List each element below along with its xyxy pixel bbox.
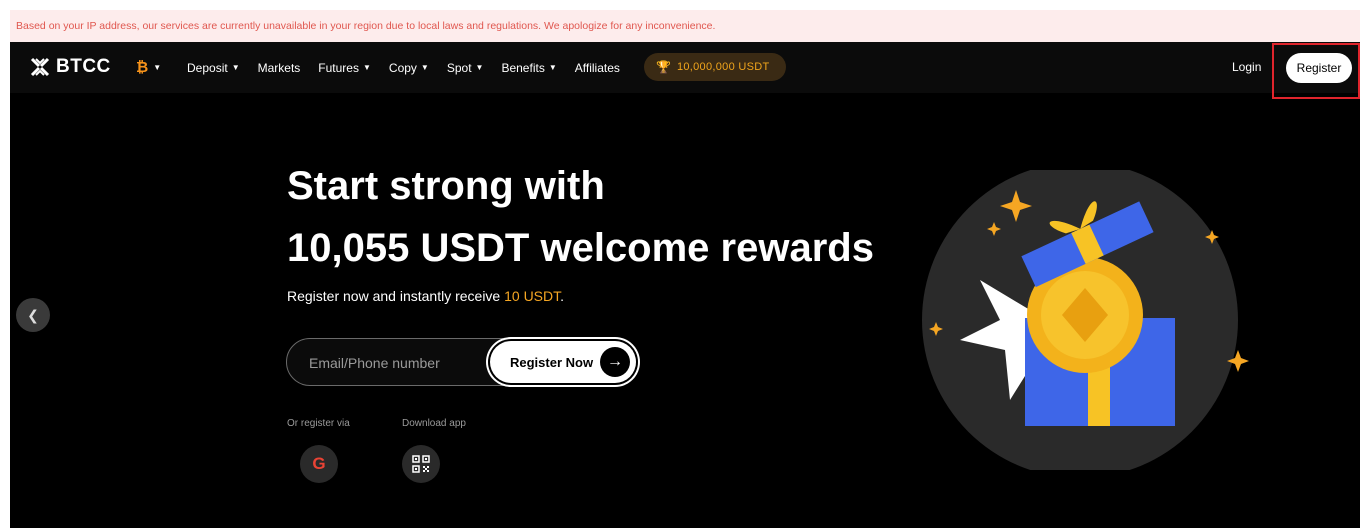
chevron-down-icon: ▼ — [420, 63, 429, 72]
chevron-down-icon: ▼ — [548, 63, 557, 72]
chevron-down-icon: ▼ — [475, 63, 484, 72]
region-warning-text: Based on your IP address, our services a… — [16, 20, 716, 32]
gift-box-illustration — [922, 170, 1249, 470]
nav-item-label: Benefits — [501, 60, 545, 75]
hero-subtitle: Register now and instantly receive 10 US… — [287, 288, 564, 304]
nav-item-markets[interactable]: Markets — [258, 61, 301, 75]
nav-item-affiliates[interactable]: Affiliates — [575, 61, 620, 75]
nav-item-futures[interactable]: Futures ▼ — [318, 61, 371, 75]
nav-item-label: Spot — [446, 60, 472, 75]
btcc-logo-icon — [30, 57, 50, 77]
nav-item-copy[interactable]: Copy ▼ — [389, 61, 429, 75]
register-now-button[interactable]: Register Now → — [490, 341, 636, 383]
nav-menu: Deposit ▼ Markets Futures ▼ Copy ▼ Spot … — [187, 42, 620, 93]
btcc-logo[interactable]: BTCC — [30, 56, 111, 78]
region-warning-banner: Based on your IP address, our services a… — [10, 10, 1360, 42]
chevron-down-icon: ▼ — [231, 63, 240, 72]
subtitle-text: Register now and instantly receive — [287, 288, 505, 304]
chevron-down-icon: ▼ — [362, 63, 371, 72]
or-register-via-label: Or register via — [287, 418, 350, 429]
coin-selector[interactable]: ₿ ▼ — [136, 59, 161, 76]
page-frame: Based on your IP address, our services a… — [10, 10, 1360, 528]
subtitle-reward-amount: 10 USDT — [504, 288, 561, 304]
google-register-button[interactable]: G — [300, 445, 338, 483]
promo-prize-text: 10,000,000 USDT — [676, 61, 770, 73]
login-link[interactable]: Login — [1232, 60, 1261, 74]
download-app-qr-button[interactable] — [402, 445, 440, 483]
carousel-prev-button[interactable]: ❮ — [16, 298, 50, 332]
nav-item-benefits[interactable]: Benefits ▼ — [501, 61, 556, 75]
nav-item-spot[interactable]: Spot ▼ — [447, 61, 484, 75]
register-now-label: Register Now — [510, 354, 594, 370]
nav-item-label: Markets — [257, 60, 301, 75]
register-highlight-box — [1272, 43, 1360, 99]
nav-item-label: Copy — [388, 60, 417, 75]
chevron-down-icon: ▼ — [153, 63, 162, 72]
subtitle-suffix: . — [560, 288, 565, 304]
top-navigation: BTCC ₿ ▼ Deposit ▼ Markets Futures ▼ Cop… — [10, 42, 1360, 99]
chevron-left-icon: ❮ — [27, 306, 39, 323]
hero-title: Start strong with 10,055 USDT welcome re… — [287, 155, 874, 279]
hero-title-line1: Start strong with — [287, 164, 605, 208]
nav-item-deposit[interactable]: Deposit ▼ — [187, 61, 240, 75]
nav-item-label: Deposit — [187, 60, 228, 75]
trophy-icon: 🏆 — [656, 60, 671, 74]
arrow-right-icon: → — [600, 347, 630, 377]
nav-item-label: Affiliates — [574, 60, 620, 75]
nav-item-label: Futures — [318, 60, 359, 75]
bitcoin-icon: ₿ — [136, 59, 149, 76]
promo-prize-pill[interactable]: 🏆 10,000,000 USDT — [644, 53, 786, 81]
hero-title-line2: 10,055 USDT welcome rewards — [287, 226, 874, 270]
logo-text: BTCC — [56, 56, 111, 77]
download-app-label: Download app — [402, 418, 466, 429]
google-icon: G — [312, 454, 326, 473]
qr-code-icon — [412, 455, 430, 473]
email-phone-input[interactable] — [309, 352, 489, 374]
